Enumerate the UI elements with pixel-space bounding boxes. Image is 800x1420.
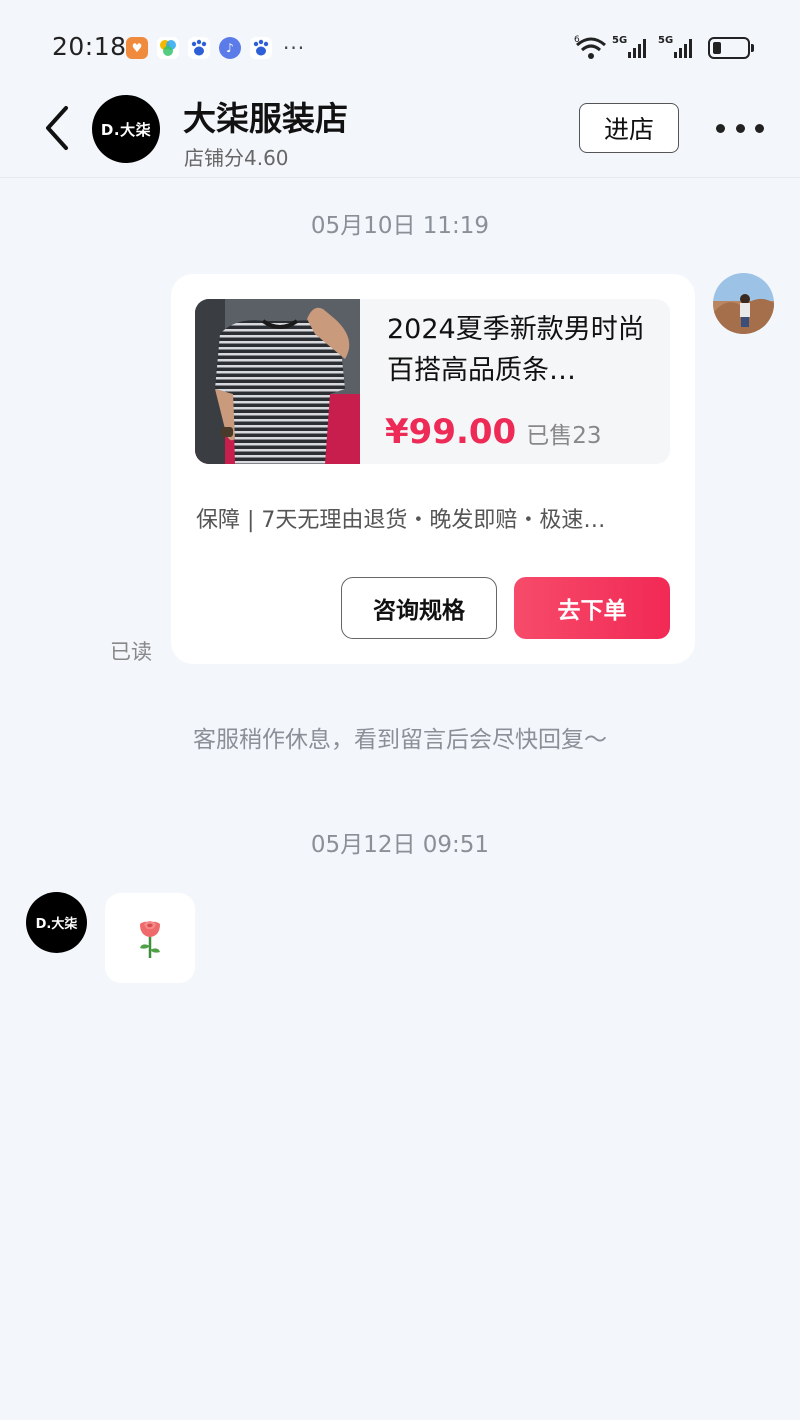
product-sold-count: 已售23 bbox=[526, 423, 602, 449]
status-time: 20:18 bbox=[52, 32, 127, 61]
enter-shop-button[interactable]: 进店 bbox=[579, 103, 679, 153]
product-title: 2024夏季新款男时尚百搭高品质条… bbox=[387, 314, 645, 386]
shop-name: 大柒服装店 bbox=[183, 99, 348, 138]
wifi-icon: 6 bbox=[574, 35, 606, 59]
message-timestamp: 05月10日 11:19 bbox=[310, 213, 490, 239]
chat-screen: 20:18 ♥ ♪ ··· 6 5G 5G D.大柒 大柒服装店 店铺分4.60… bbox=[0, 0, 800, 1420]
status-bar: 20:18 ♥ ♪ ··· 6 5G 5G bbox=[0, 0, 800, 90]
product-summary[interactable]: 2024夏季新款男时尚百搭高品质条… ¥99.00 已售23 bbox=[195, 299, 670, 464]
svg-text:5G: 5G bbox=[612, 35, 627, 46]
more-dot-icon bbox=[755, 123, 764, 133]
status-app-icons: ♥ ♪ ··· bbox=[126, 36, 306, 60]
rose-emoji-icon bbox=[140, 921, 160, 958]
battery-level-fill bbox=[713, 42, 721, 54]
svg-text:6: 6 bbox=[574, 35, 580, 45]
product-price-row: ¥99.00 已售23 bbox=[385, 412, 601, 452]
read-status: 已读 bbox=[110, 640, 152, 664]
message-timestamp: 05月12日 09:51 bbox=[310, 832, 490, 858]
consult-spec-button[interactable]: 咨询规格 bbox=[341, 577, 497, 639]
shop-avatar[interactable]: D.大柒 bbox=[26, 892, 87, 953]
5g-signal-icon: 5G bbox=[658, 35, 692, 58]
more-options-button[interactable] bbox=[716, 116, 764, 140]
product-card[interactable]: 2024夏季新款男时尚百搭高品质条… ¥99.00 已售23 保障 | 7天无理… bbox=[171, 274, 695, 664]
back-button[interactable] bbox=[38, 104, 78, 152]
more-dot-icon bbox=[716, 123, 725, 133]
chevron-left-icon bbox=[46, 106, 68, 150]
message-bubble[interactable] bbox=[105, 893, 195, 983]
colorful-app-icon bbox=[157, 37, 179, 59]
status-more-icon: ··· bbox=[283, 36, 306, 60]
baidu-icon bbox=[188, 37, 210, 59]
product-guarantee: 保障 | 7天无理由退货・晚发即赔・极速… bbox=[196, 508, 606, 533]
shop-score: 店铺分4.60 bbox=[184, 146, 289, 170]
status-indicators: 6 5G 5G bbox=[574, 34, 754, 62]
orange-heart-icon: ♥ bbox=[126, 37, 148, 59]
baidu-icon bbox=[250, 37, 272, 59]
svg-text:5G: 5G bbox=[658, 35, 673, 46]
music-icon: ♪ bbox=[219, 37, 241, 59]
5g-signal-icon: 5G bbox=[612, 35, 646, 58]
battery-icon bbox=[708, 37, 754, 59]
system-message: 客服稍作休息，看到留言后会尽快回复～ bbox=[193, 727, 607, 753]
product-price: ¥99.00 bbox=[385, 412, 517, 452]
product-image[interactable] bbox=[195, 299, 360, 464]
chat-header: D.大柒 大柒服装店 店铺分4.60 进店 bbox=[0, 90, 800, 178]
shop-avatar[interactable]: D.大柒 bbox=[92, 95, 160, 163]
more-dot-icon bbox=[735, 123, 745, 133]
place-order-button[interactable]: 去下单 bbox=[514, 577, 670, 639]
user-avatar[interactable] bbox=[713, 273, 774, 334]
